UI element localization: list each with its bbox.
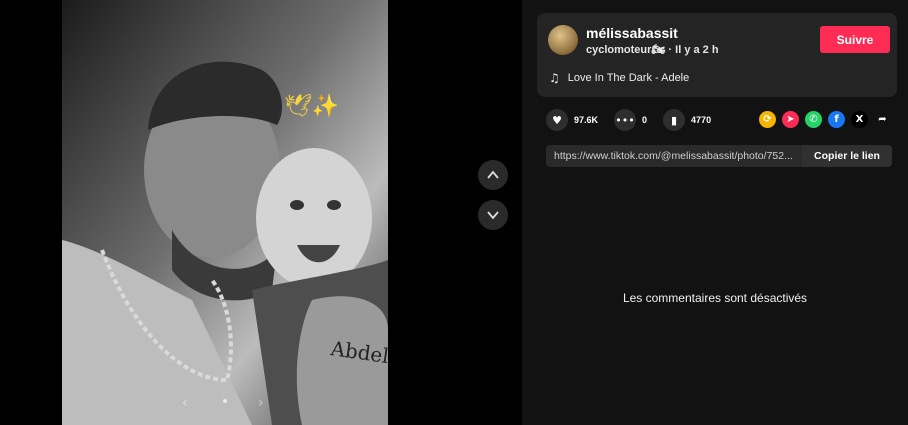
comment-icon: •••: [614, 109, 637, 131]
chevron-up-icon: [487, 170, 499, 179]
copy-link-bar: https://www.tiktok.com/@melissabassit/ph…: [546, 145, 892, 167]
save-button[interactable]: ▮ 4770: [663, 109, 711, 131]
follow-button[interactable]: Suivre: [820, 26, 890, 53]
previous-post-button[interactable]: [478, 160, 508, 190]
facebook-icon[interactable]: f: [828, 111, 845, 128]
post-photo[interactable]: Abdel 🕊✨ ‹ ›: [62, 0, 388, 425]
carousel-indicator: [62, 399, 388, 403]
photo-illustration: Abdel: [62, 0, 388, 425]
carousel-dot[interactable]: [223, 399, 227, 403]
carousel-prev-icon[interactable]: ‹: [182, 395, 188, 411]
author-username[interactable]: mélissabassit: [586, 25, 678, 41]
author-subline: cyclomoteur🏍 · Il y a 2 h: [586, 44, 719, 56]
carousel-next-icon[interactable]: ›: [258, 395, 264, 411]
copy-link-button[interactable]: Copier le lien: [802, 145, 892, 167]
action-bar: ♥ 97.6K ••• 0 ▮ 4770: [546, 109, 727, 131]
x-icon[interactable]: X: [851, 111, 868, 128]
repost-icon[interactable]: ⟳: [759, 111, 776, 128]
music-note-icon: ♫: [549, 71, 560, 85]
media-panel: Abdel 🕊✨ ‹ ›: [0, 0, 522, 425]
bookmark-icon: ▮: [663, 109, 686, 131]
send-icon[interactable]: ➤: [782, 111, 799, 128]
comment-count: 0: [642, 115, 648, 125]
chevron-down-icon: [487, 211, 499, 220]
sticker-emoji: 🕊✨: [284, 94, 340, 119]
avatar[interactable]: [548, 25, 578, 55]
tiktok-photo-viewer: Abdel 🕊✨ ‹ › mélissabassit cyclomoteur🏍 …: [0, 0, 908, 425]
like-button[interactable]: ♥ 97.6K: [546, 109, 598, 131]
save-count: 4770: [691, 115, 712, 125]
like-count: 97.6K: [574, 115, 599, 125]
share-arrow-icon[interactable]: ➦: [874, 111, 891, 128]
author-card: mélissabassit cyclomoteur🏍 · Il y a 2 h …: [537, 13, 897, 97]
whatsapp-icon[interactable]: ✆: [805, 111, 822, 128]
heart-icon: ♥: [546, 109, 568, 131]
music-title: Love In The Dark - Adele: [567, 72, 690, 84]
post-link[interactable]: https://www.tiktok.com/@melissabassit/ph…: [546, 145, 802, 167]
details-panel: mélissabassit cyclomoteur🏍 · Il y a 2 h …: [522, 0, 908, 425]
next-post-button[interactable]: [478, 200, 508, 230]
music-link[interactable]: ♫ Love In The Dark - Adele: [549, 71, 689, 85]
comments-disabled-message: Les commentaires sont désactivés: [622, 291, 808, 305]
share-icons: ⟳ ➤ ✆ f X ➦: [759, 111, 891, 128]
comment-button[interactable]: ••• 0: [614, 109, 647, 131]
